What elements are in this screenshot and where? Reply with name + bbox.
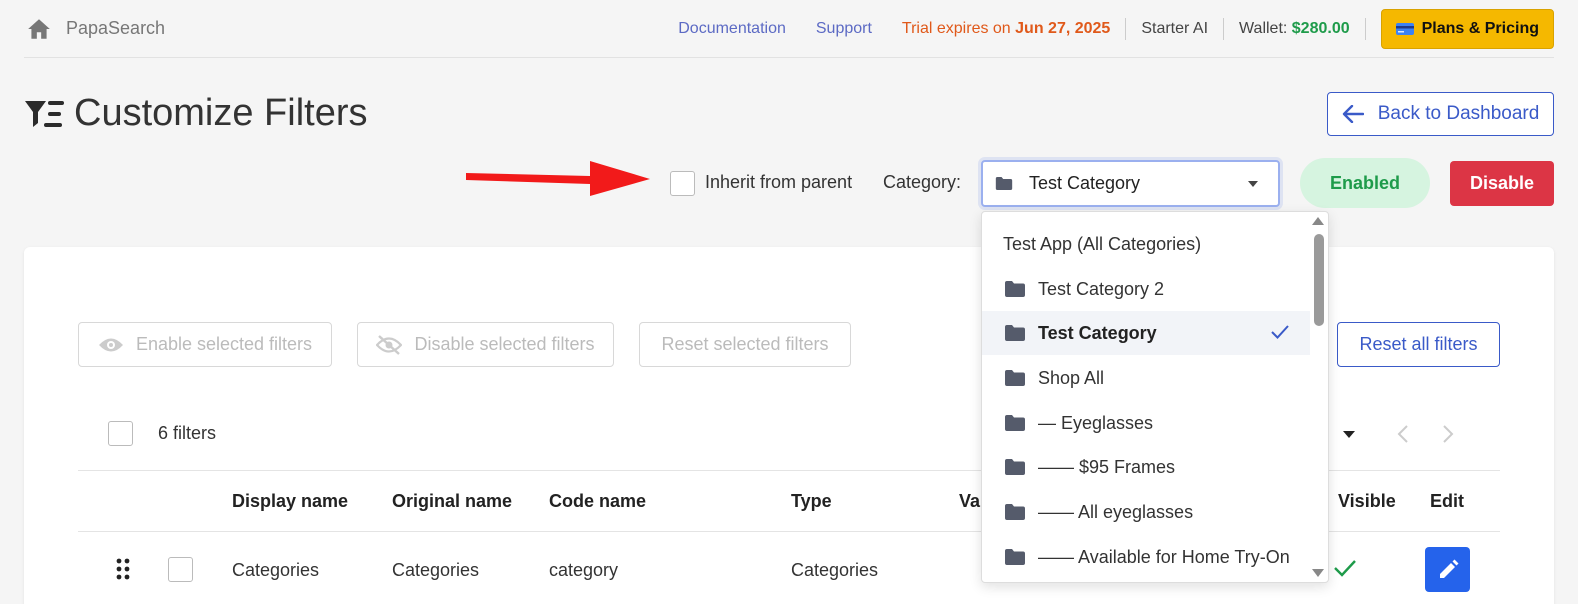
disable-button[interactable]: Disable <box>1450 161 1554 206</box>
home-icon[interactable] <box>26 16 52 42</box>
disable-selected-label: Disable selected filters <box>414 334 595 354</box>
divider <box>1223 17 1225 40</box>
plans-pricing-button[interactable]: Plans & Pricing <box>1380 8 1554 49</box>
checkmark-icon <box>1271 325 1289 339</box>
dropdown-item[interactable]: Test App (All Categories) <box>982 222 1310 266</box>
dropdown-item-label: —— $95 Frames <box>1038 456 1176 477</box>
brand-name[interactable]: PapaSearch <box>66 18 165 39</box>
dropdown-item-label: —— Available for Home Try-On <box>1038 546 1290 567</box>
column-header-values: Va <box>959 491 981 511</box>
credit-card-icon <box>1395 22 1414 35</box>
row-checkbox[interactable] <box>168 557 193 582</box>
page-header: Customize Filters <box>24 92 368 135</box>
documentation-link[interactable]: Documentation <box>678 20 786 38</box>
back-to-dashboard-label: Back to Dashboard <box>1377 103 1540 124</box>
scroll-down-icon[interactable] <box>1312 569 1324 577</box>
red-arrow-annotation-icon <box>466 161 650 196</box>
dropdown-item[interactable]: —— All eyeglasses <box>982 490 1310 534</box>
enable-selected-filters-button[interactable]: Enable selected filters <box>78 322 332 367</box>
plan-name: Starter AI <box>1141 19 1209 37</box>
category-label: Category: <box>883 172 962 192</box>
trial-prefix: Trial expires on <box>901 19 1016 37</box>
folder-icon <box>1005 370 1025 386</box>
enable-selected-label: Enable selected filters <box>135 334 313 354</box>
dropdown-scrollbar[interactable] <box>1310 212 1328 582</box>
column-header-display-name: Display name <box>232 491 349 511</box>
column-header-type: Type <box>791 491 832 511</box>
folder-icon <box>1005 281 1025 297</box>
column-header-edit: Edit <box>1430 491 1464 511</box>
chevron-down-icon <box>1248 181 1258 187</box>
back-to-dashboard-button[interactable]: Back to Dashboard <box>1327 92 1554 136</box>
disable-selected-filters-button[interactable]: Disable selected filters <box>357 322 614 367</box>
inherit-from-parent-label[interactable]: Inherit from parent <box>705 172 852 193</box>
reset-selected-label: Reset selected filters <box>661 334 829 354</box>
category-select-value: Test Category <box>1029 173 1141 193</box>
page-title: Customize Filters <box>74 92 368 134</box>
inherit-from-parent-checkbox[interactable] <box>670 171 695 196</box>
scrollbar-thumb[interactable] <box>1314 234 1324 326</box>
reset-selected-filters-button[interactable]: Reset selected filters <box>639 322 851 367</box>
category-dropdown-list: Test App (All Categories) Test Category … <box>981 211 1329 583</box>
folder-icon <box>1005 415 1025 431</box>
column-header-code-name: Code name <box>549 491 647 511</box>
cell-code-name: category <box>549 560 619 580</box>
edit-button[interactable] <box>1425 547 1470 592</box>
plans-pricing-label: Plans & Pricing <box>1421 19 1539 37</box>
checkmark-icon <box>1334 560 1356 577</box>
folder-icon <box>1005 325 1025 341</box>
divider <box>1364 17 1366 40</box>
scroll-up-icon[interactable] <box>1312 217 1324 225</box>
arrow-left-icon <box>1342 105 1364 123</box>
support-link[interactable]: Support <box>816 20 872 38</box>
chevron-left-icon[interactable] <box>1396 424 1410 444</box>
cell-type: Categories <box>791 560 879 580</box>
wallet-label: Wallet: <box>1239 19 1292 37</box>
pencil-icon <box>1439 559 1458 578</box>
top-bar: PapaSearch Documentation Support Trial e… <box>24 0 1554 58</box>
filter-count: 6 filters <box>158 423 217 443</box>
wallet: Wallet: $280.00 <box>1239 20 1350 38</box>
eye-icon <box>98 338 123 351</box>
dropdown-item[interactable]: —— $95 Frames <box>982 445 1310 489</box>
column-header-visible: Visible <box>1338 491 1396 511</box>
cell-original-name: Categories <box>392 560 480 580</box>
trial-notice: Trial expires on Jun 27, 2025 <box>902 20 1110 38</box>
dropdown-item-label: —— All eyeglasses <box>1038 501 1194 522</box>
top-nav: Documentation Support Trial expires on J… <box>678 8 1554 49</box>
cell-display-name: Categories <box>232 560 320 580</box>
chevron-right-icon[interactable] <box>1441 424 1455 444</box>
caret-down-icon[interactable] <box>1343 431 1355 438</box>
folder-icon <box>1005 504 1025 520</box>
category-select[interactable]: Test Category <box>981 160 1280 207</box>
dropdown-item-selected[interactable]: Test Category <box>982 311 1310 355</box>
dropdown-item-label: — Eyeglasses <box>1038 412 1154 433</box>
dropdown-item[interactable]: — Eyeglasses <box>982 401 1310 445</box>
reset-all-filters-button[interactable]: Reset all filters <box>1337 322 1500 367</box>
dropdown-item-label: Test Category <box>1038 322 1157 343</box>
select-all-checkbox[interactable] <box>108 421 133 446</box>
column-header-original-name: Original name <box>392 491 513 511</box>
filter-list-icon <box>25 100 64 127</box>
dropdown-item[interactable]: Test Category 2 <box>982 267 1310 311</box>
folder-icon <box>1005 549 1025 565</box>
folder-icon <box>995 176 1013 191</box>
divider <box>1125 17 1127 40</box>
dropdown-item-label: Test Category 2 <box>1038 278 1165 299</box>
trial-date: Jun 27, 2025 <box>1015 19 1111 37</box>
wallet-value: $280.00 <box>1291 19 1350 37</box>
eye-slash-icon <box>376 334 403 355</box>
dropdown-item[interactable]: —— Available for Home Try-On <box>982 535 1310 579</box>
dropdown-item[interactable]: Shop All <box>982 356 1310 400</box>
folder-icon <box>1005 459 1025 475</box>
status-badge: Enabled <box>1300 158 1430 208</box>
dropdown-item-label: Shop All <box>1038 367 1105 388</box>
reset-all-label: Reset all filters <box>1359 334 1478 354</box>
dropdown-item-label: Test App (All Categories) <box>1003 233 1202 254</box>
drag-handle-icon[interactable] <box>116 558 130 580</box>
